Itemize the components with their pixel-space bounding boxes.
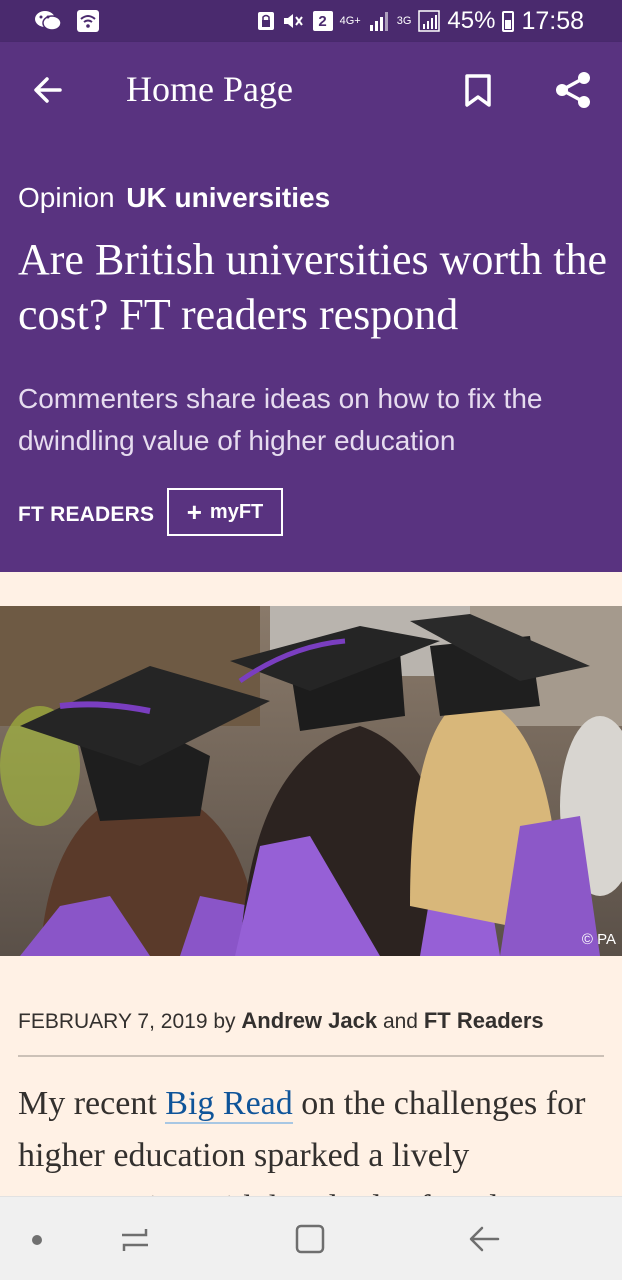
recent-apps-icon — [122, 1229, 148, 1251]
lock-notification-icon — [257, 11, 275, 31]
article-byline: FEBRUARY 7, 2019 by Andrew Jack and FT R… — [18, 1008, 544, 1034]
system-back-button[interactable] — [466, 1223, 502, 1255]
back-button[interactable] — [30, 72, 66, 108]
kicker-label[interactable]: Opinion — [18, 182, 115, 213]
byline-and: and — [382, 1010, 418, 1033]
article-body-viewport: My recent Big Read on the challenges for… — [0, 1070, 622, 1196]
wifi-icon — [76, 9, 100, 33]
byline-by: by — [213, 1010, 236, 1033]
graduates-photo — [0, 606, 622, 956]
home-icon — [295, 1224, 325, 1254]
system-nav-bar — [0, 1196, 622, 1280]
sim-slot-badge: 2 — [312, 11, 333, 31]
battery-icon — [502, 10, 515, 32]
network-3g-label: 3G — [396, 14, 412, 27]
publish-date: FEBRUARY 7, 2019 — [18, 1010, 208, 1033]
plus-icon: + — [186, 497, 202, 527]
wechat-icon — [34, 9, 62, 33]
home-button[interactable] — [294, 1223, 326, 1255]
share-icon — [556, 72, 590, 108]
bookmark-button[interactable] — [460, 72, 496, 110]
author-tag[interactable]: FT READERS — [18, 503, 154, 527]
bookmark-icon — [465, 74, 491, 107]
share-button[interactable] — [552, 70, 594, 110]
byline-divider — [18, 1055, 604, 1057]
clock: 17:58 — [521, 6, 584, 35]
system-back-icon — [469, 1226, 500, 1252]
mute-icon — [282, 11, 306, 31]
recent-apps-button[interactable] — [118, 1223, 152, 1257]
article-headline: Are British universities worth the cost?… — [18, 235, 608, 339]
article-body-paragraph: My recent Big Read on the challenges for… — [18, 1078, 608, 1196]
article-image: © PA — [0, 606, 622, 956]
status-bar: 2 4G+ 3G 45% 17:58 — [0, 0, 622, 42]
network-4g-label: 4G+ — [339, 14, 361, 27]
app-bar: Home Page — [0, 42, 622, 138]
article-header: Opinion UK universities Are British univ… — [0, 138, 622, 572]
battery-percent: 45% — [447, 7, 496, 34]
signal-icon — [368, 10, 390, 32]
add-to-myft-button[interactable]: + myFT — [167, 488, 283, 536]
author-link-2[interactable]: FT Readers — [424, 1008, 544, 1033]
status-left — [34, 9, 100, 33]
big-read-link[interactable]: Big Read — [165, 1085, 293, 1124]
kicker-topic[interactable]: UK universities — [126, 182, 330, 213]
signal-roaming-icon — [418, 10, 441, 32]
article-kicker: Opinion UK universities — [18, 182, 330, 214]
body-text-start: My recent — [18, 1085, 166, 1122]
myft-button-label: myFT — [209, 500, 264, 523]
author-link-1[interactable]: Andrew Jack — [241, 1008, 377, 1033]
article-standfirst: Commenters share ideas on how to fix the… — [18, 383, 543, 456]
image-credit: © PA — [581, 931, 616, 948]
page-title: Home Page — [126, 69, 293, 109]
status-right: 2 4G+ 3G 45% 17:58 — [257, 7, 584, 36]
nav-dot-indicator — [32, 1235, 42, 1245]
arrow-left-icon — [34, 77, 62, 103]
